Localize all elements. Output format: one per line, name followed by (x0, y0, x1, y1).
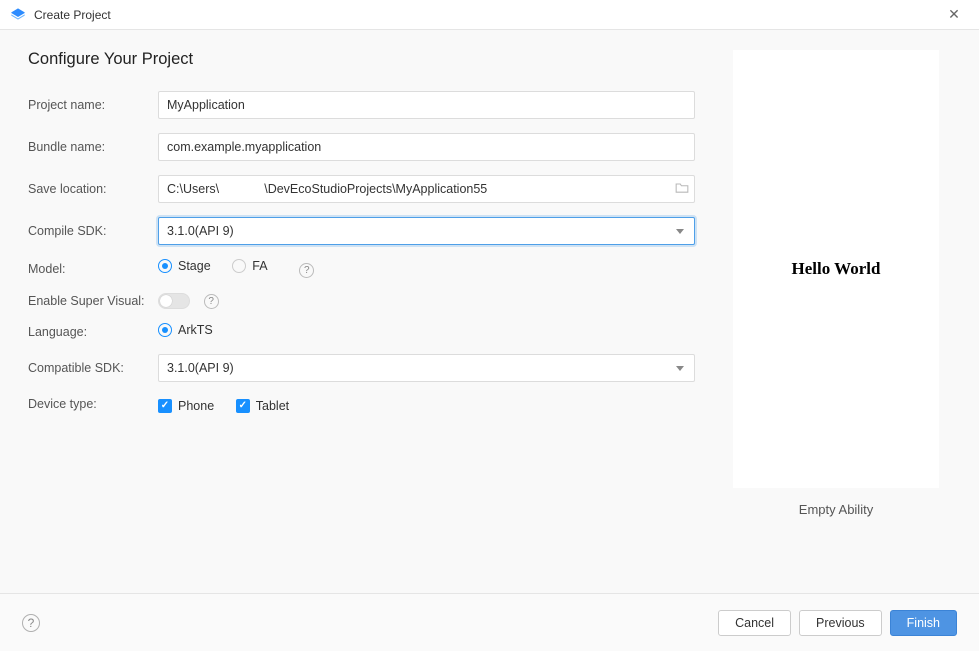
save-location-input[interactable] (158, 175, 695, 203)
model-stage-label: Stage (178, 259, 211, 273)
label-device-type: Device type: (28, 397, 158, 411)
device-phone-label: Phone (178, 399, 214, 413)
row-enable-super-visual: Enable Super Visual: ? (28, 292, 695, 309)
compile-sdk-select[interactable]: 3.1.0(API 9) (158, 217, 695, 245)
model-stage-radio[interactable]: Stage (158, 259, 211, 273)
checkbox-check-icon: ✓ (236, 399, 250, 413)
page-heading: Configure Your Project (28, 50, 695, 69)
close-button[interactable]: ✕ (939, 6, 969, 23)
template-preview: Hello World (733, 50, 939, 488)
label-project-name: Project name: (28, 98, 158, 112)
language-arkts-label: ArkTS (178, 323, 213, 337)
cancel-button[interactable]: Cancel (718, 610, 791, 636)
model-help-icon[interactable]: ? (299, 263, 314, 278)
bundle-name-input[interactable] (158, 133, 695, 161)
row-model: Model: Stage FA ? (28, 259, 695, 278)
label-language: Language: (28, 325, 158, 339)
radio-circle-icon (158, 259, 172, 273)
previous-button[interactable]: Previous (799, 610, 882, 636)
label-enable-super-visual: Enable Super Visual: (28, 294, 158, 308)
row-language: Language: ArkTS (28, 323, 695, 340)
row-compile-sdk: Compile SDK: 3.1.0(API 9) (28, 217, 695, 245)
preview-column: Hello World Empty Ability (721, 50, 951, 593)
app-logo-icon (10, 7, 26, 23)
device-tablet-label: Tablet (256, 399, 289, 413)
row-save-location: Save location: (28, 175, 695, 203)
super-visual-help-icon[interactable]: ? (204, 294, 219, 309)
label-model: Model: (28, 262, 158, 276)
browse-folder-icon[interactable] (675, 182, 689, 197)
titlebar: Create Project ✕ (0, 0, 979, 30)
enable-super-visual-toggle[interactable] (158, 293, 190, 309)
radio-circle-icon (158, 323, 172, 337)
device-tablet-checkbox[interactable]: ✓ Tablet (236, 399, 289, 413)
row-device-type: Device type: ✓ Phone ✓ Tablet (28, 396, 695, 413)
content-area: Configure Your Project Project name: Bun… (0, 30, 979, 593)
row-bundle-name: Bundle name: (28, 133, 695, 161)
radio-circle-icon (232, 259, 246, 273)
checkbox-check-icon: ✓ (158, 399, 172, 413)
compile-sdk-value: 3.1.0(API 9) (167, 224, 234, 238)
label-compatible-sdk: Compatible SDK: (28, 361, 158, 375)
label-bundle-name: Bundle name: (28, 140, 158, 154)
label-save-location: Save location: (28, 182, 158, 196)
preview-text: Hello World (792, 259, 881, 279)
row-compatible-sdk: Compatible SDK: 3.1.0(API 9) (28, 354, 695, 382)
form-column: Configure Your Project Project name: Bun… (28, 50, 695, 593)
row-project-name: Project name: (28, 91, 695, 119)
window-title: Create Project (34, 8, 939, 22)
language-arkts-radio[interactable]: ArkTS (158, 323, 213, 337)
project-name-input[interactable] (158, 91, 695, 119)
device-phone-checkbox[interactable]: ✓ Phone (158, 399, 214, 413)
footer: ? Cancel Previous Finish (0, 593, 979, 651)
footer-help-icon[interactable]: ? (22, 614, 40, 632)
toggle-knob-icon (160, 295, 172, 307)
model-fa-label: FA (252, 259, 267, 273)
model-fa-radio[interactable]: FA (232, 259, 267, 273)
chevron-down-icon (676, 366, 684, 371)
preview-caption: Empty Ability (799, 502, 873, 517)
compatible-sdk-value: 3.1.0(API 9) (167, 361, 234, 375)
label-compile-sdk: Compile SDK: (28, 224, 158, 238)
finish-button[interactable]: Finish (890, 610, 957, 636)
chevron-down-icon (676, 229, 684, 234)
compatible-sdk-select[interactable]: 3.1.0(API 9) (158, 354, 695, 382)
